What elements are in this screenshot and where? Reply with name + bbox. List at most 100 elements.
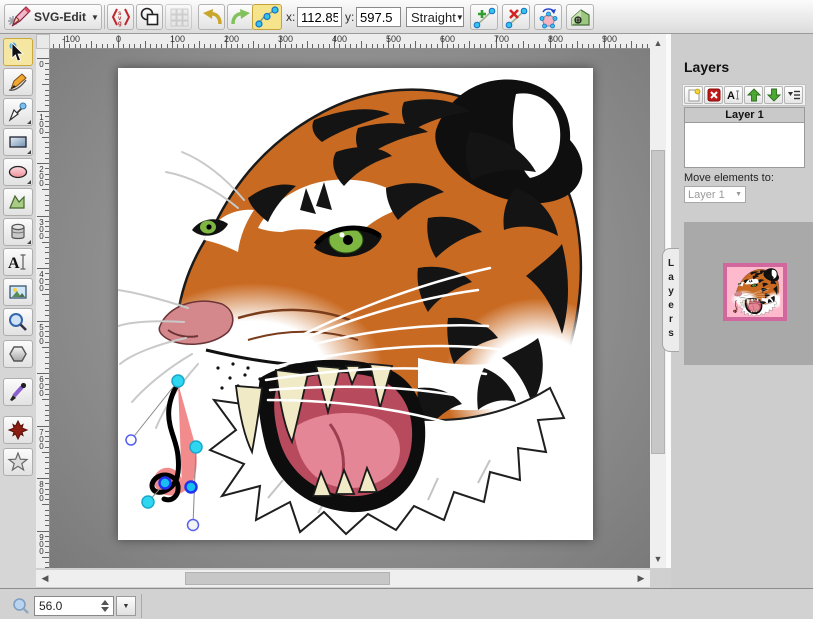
ruler-tick	[615, 44, 616, 48]
zoom-level-input[interactable]: 56.0	[34, 596, 114, 616]
ruler-tick	[45, 315, 49, 316]
grid-button[interactable]	[165, 4, 192, 30]
ruler-tick	[631, 41, 632, 48]
undo-button[interactable]	[198, 4, 225, 30]
move-elements-label: Move elements to:	[684, 172, 774, 184]
shapes-button[interactable]	[136, 4, 163, 30]
select-tool-button[interactable]	[3, 38, 33, 66]
eyedropper-tool-button[interactable]	[3, 378, 33, 406]
control-handle[interactable]	[188, 520, 199, 531]
ruler-tick	[318, 44, 319, 48]
image-tool-button[interactable]	[3, 278, 33, 306]
layer-up-icon	[747, 88, 761, 102]
ruler-tick	[285, 44, 286, 48]
scroll-right-arrow[interactable]: ▶	[634, 570, 648, 587]
y-coordinate-input[interactable]	[356, 7, 401, 27]
zoom-tool-button[interactable]	[3, 308, 33, 336]
svg-canvas[interactable]	[118, 68, 593, 540]
ruler-tick	[404, 44, 405, 48]
zoom-spinner[interactable]	[101, 600, 109, 612]
ruler-tick	[45, 90, 49, 91]
ruler-tick	[37, 111, 49, 112]
rename-layer-button[interactable]: A	[724, 86, 743, 104]
ruler-tick	[307, 41, 308, 48]
edit-nodes-button[interactable]	[252, 4, 282, 30]
ruler-tick	[45, 457, 49, 458]
new-layer-button[interactable]	[684, 86, 703, 104]
path-tool-button[interactable]	[3, 188, 33, 216]
ruler-tick	[372, 44, 373, 48]
ruler-tick	[377, 44, 378, 48]
ruler-tick	[296, 44, 297, 48]
path-node-selected[interactable]	[160, 478, 171, 489]
scroll-down-arrow[interactable]: ▼	[650, 552, 666, 566]
path-node[interactable]	[142, 496, 154, 508]
ruler-tick	[566, 44, 567, 48]
ruler-tick	[177, 44, 178, 48]
open-close-path-button[interactable]	[534, 4, 562, 30]
ellipse-tool-icon	[7, 161, 29, 183]
make-link-button[interactable]	[566, 4, 594, 30]
ruler-tick	[45, 310, 49, 311]
ellipse-tool-button[interactable]	[3, 158, 33, 186]
ornament-tool-button[interactable]	[3, 416, 33, 444]
path-node-selected[interactable]	[186, 482, 197, 493]
line-tool-button[interactable]	[3, 98, 33, 126]
horizontal-scrollbar[interactable]: ◀ ▶	[36, 570, 650, 587]
main-menu-button[interactable]: SVG-Edit ▼	[4, 4, 102, 30]
ruler-tick	[626, 44, 627, 48]
star-tool-icon	[7, 451, 29, 473]
path-node[interactable]	[190, 441, 202, 453]
shape-library-button[interactable]	[3, 218, 33, 246]
ruler-label: 600	[440, 34, 455, 44]
layer-menu-icon	[787, 88, 801, 102]
path-node[interactable]	[172, 375, 184, 387]
x-coordinate-input[interactable]	[297, 7, 342, 27]
ruler-tick	[45, 210, 49, 211]
delete-layer-button[interactable]	[704, 86, 723, 104]
ruler-tick	[194, 44, 195, 48]
delete-layer-icon	[707, 88, 721, 102]
pencil-tool-button[interactable]	[3, 68, 33, 96]
ruler-tick	[140, 44, 141, 48]
ruler-tick	[45, 567, 49, 568]
pencil-tool-icon	[7, 71, 29, 93]
control-handle[interactable]	[126, 435, 136, 445]
ruler-tick	[59, 44, 60, 48]
ruler-tick	[161, 44, 162, 48]
redo-button[interactable]	[227, 4, 254, 30]
segment-type-select[interactable]: Straight ▼	[406, 7, 464, 27]
move-elements-select[interactable]: Layer 1 ▼	[684, 186, 746, 203]
move-layer-down-button[interactable]	[764, 86, 783, 104]
svg-text:A: A	[8, 255, 20, 272]
scroll-up-arrow[interactable]: ▲	[650, 36, 666, 50]
status-bar: 56.0 ▼	[0, 588, 813, 619]
ruler-tick	[523, 41, 524, 48]
ruler-tick	[45, 100, 49, 101]
flyout-indicator	[27, 150, 31, 154]
workspace[interactable]	[50, 49, 650, 568]
layers-panel-tab[interactable]: Layers	[662, 248, 679, 352]
delete-node-button[interactable]	[502, 4, 530, 30]
polygon-tool-button[interactable]	[3, 340, 33, 368]
insert-node-button[interactable]	[470, 4, 498, 30]
move-layer-up-button[interactable]	[744, 86, 763, 104]
layer-menu-button[interactable]	[784, 86, 803, 104]
layer-thumbnail[interactable]	[723, 263, 787, 321]
layer-row[interactable]: Layer 1	[685, 108, 804, 123]
horizontal-scroll-thumb[interactable]	[185, 572, 390, 585]
scroll-left-arrow[interactable]: ◀	[38, 570, 52, 587]
rectangle-tool-icon	[7, 131, 29, 153]
star-tool-button[interactable]	[3, 448, 33, 476]
ruler-label: 700	[494, 34, 509, 44]
layer-down-icon	[767, 88, 781, 102]
zoom-level-value: 56.0	[39, 599, 62, 613]
ruler-tick	[69, 44, 70, 48]
svg-edit-logo-icon	[7, 5, 31, 29]
rectangle-tool-button[interactable]	[3, 128, 33, 156]
zoom-preset-dropdown[interactable]: ▼	[116, 596, 136, 616]
text-tool-button[interactable]: A	[3, 248, 33, 276]
ruler-tick	[582, 44, 583, 48]
source-code-button[interactable]: s v g	[107, 4, 134, 30]
ruler-tick	[469, 41, 470, 48]
